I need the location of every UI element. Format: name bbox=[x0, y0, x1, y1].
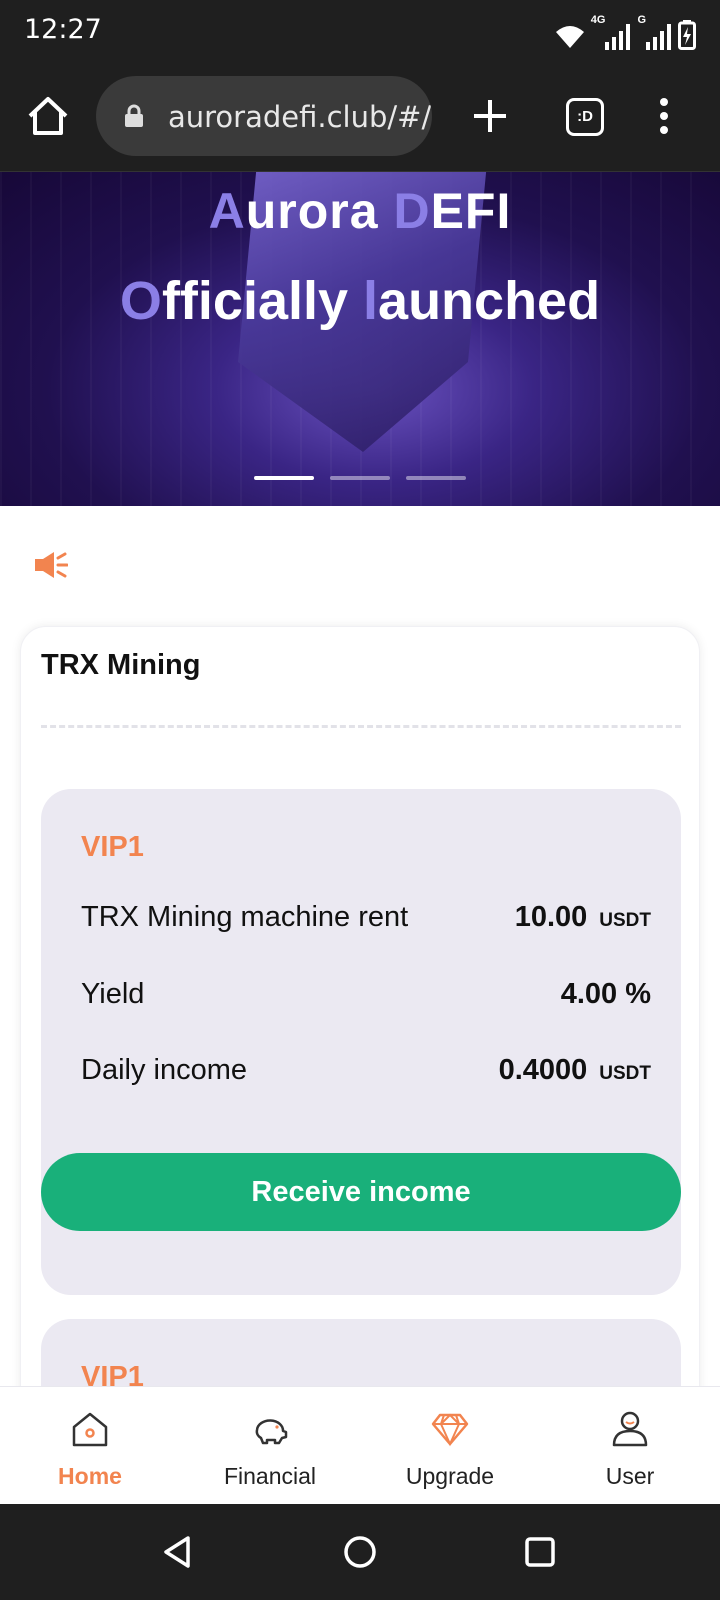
status-icons: 4G G bbox=[555, 14, 696, 50]
network-label-g: G bbox=[637, 14, 646, 26]
nav-item-upgrade[interactable]: Upgrade bbox=[360, 1387, 540, 1504]
announcement-speaker-icon[interactable] bbox=[34, 550, 68, 580]
nav-label: User bbox=[605, 1463, 655, 1489]
back-icon[interactable] bbox=[158, 1532, 198, 1572]
row-label: TRX Mining machine rent bbox=[81, 901, 409, 933]
new-tab-icon[interactable] bbox=[468, 94, 512, 138]
bottom-navigation: Home Financial Upgrade User bbox=[0, 1386, 720, 1504]
home-icon[interactable] bbox=[24, 92, 72, 140]
banner-subheadline-part: l bbox=[363, 271, 379, 331]
nav-label: Upgrade bbox=[405, 1463, 495, 1489]
carousel-dot-active[interactable] bbox=[254, 476, 314, 480]
receive-income-button[interactable]: Receive income bbox=[41, 1153, 681, 1231]
vip-plan: VIP1 TRX Mining machine rent 10.00 USDT Y… bbox=[41, 789, 681, 1295]
banner-subheadline: Officially launched bbox=[0, 270, 720, 332]
value-number: 10.00 bbox=[514, 901, 588, 933]
banner-subheadline-part: O bbox=[119, 271, 162, 331]
value-number: 0.4000 bbox=[498, 1054, 588, 1086]
home-icon bbox=[72, 1412, 108, 1447]
banner-headline-part: EFI bbox=[430, 183, 512, 239]
value-unit: USDT bbox=[599, 1063, 651, 1084]
browser-toolbar: auroradefi.club/#/ :D bbox=[0, 64, 720, 172]
banner-subheadline-part: fficially bbox=[161, 271, 364, 331]
row-label: Yield bbox=[81, 978, 145, 1010]
signal-icon bbox=[646, 24, 671, 50]
nav-item-financial[interactable]: Financial bbox=[180, 1387, 360, 1504]
plan-row-yield: Yield 4.00 % bbox=[81, 978, 651, 1018]
more-menu-icon[interactable] bbox=[648, 94, 680, 138]
diamond-icon bbox=[431, 1413, 469, 1447]
address-bar[interactable]: auroradefi.club/#/ bbox=[96, 76, 432, 156]
row-value: 10.00 USDT bbox=[515, 901, 651, 934]
signal-icon bbox=[605, 24, 631, 50]
row-value: 4.00 % bbox=[561, 978, 651, 1011]
nav-label: Financial bbox=[223, 1463, 317, 1489]
nav-label: Home bbox=[58, 1463, 122, 1489]
value-number: 4.00 bbox=[560, 978, 618, 1010]
card-title: TRX Mining bbox=[41, 649, 201, 681]
user-icon bbox=[612, 1411, 648, 1447]
vip-level: VIP1 bbox=[81, 831, 144, 863]
status-bar: 12:27 4G G bbox=[0, 0, 720, 64]
system-navigation-bar bbox=[0, 1504, 720, 1600]
url-text: auroradefi.club/#/ bbox=[168, 100, 432, 134]
banner-headline-part: A bbox=[208, 183, 246, 239]
dashed-divider bbox=[41, 725, 681, 728]
banner-headline-part: urora bbox=[245, 183, 394, 239]
battery-charging-icon bbox=[678, 20, 696, 50]
nav-item-home[interactable]: Home bbox=[0, 1387, 180, 1504]
banner-subheadline-part: aunched bbox=[378, 271, 601, 331]
carousel-dot[interactable] bbox=[330, 476, 390, 480]
tab-switcher-button[interactable]: :D bbox=[566, 98, 604, 136]
row-value: 0.4000 USDT bbox=[499, 1054, 651, 1087]
banner-headline-part: D bbox=[393, 183, 431, 239]
banner-headline: Aurora DEFI bbox=[0, 182, 720, 240]
wifi-icon bbox=[555, 26, 584, 48]
home-circle-icon[interactable] bbox=[340, 1532, 380, 1572]
promo-banner[interactable]: Aurora DEFI Officially launched bbox=[0, 172, 720, 506]
carousel-dot[interactable] bbox=[406, 476, 466, 480]
value-unit: USDT bbox=[599, 910, 651, 931]
nav-item-user[interactable]: User bbox=[540, 1387, 720, 1504]
row-label: Daily income bbox=[81, 1054, 247, 1086]
network-label-4g: 4G bbox=[590, 14, 606, 26]
lock-icon bbox=[125, 104, 143, 127]
status-time: 12:27 bbox=[24, 14, 102, 45]
piggy-bank-icon bbox=[255, 1419, 288, 1445]
recents-icon[interactable] bbox=[520, 1532, 560, 1572]
plan-row-daily-income: Daily income 0.4000 USDT bbox=[81, 1054, 651, 1094]
carousel-indicators bbox=[254, 476, 466, 480]
value-unit: % bbox=[625, 978, 651, 1010]
plan-row-rent: TRX Mining machine rent 10.00 USDT bbox=[81, 901, 651, 941]
